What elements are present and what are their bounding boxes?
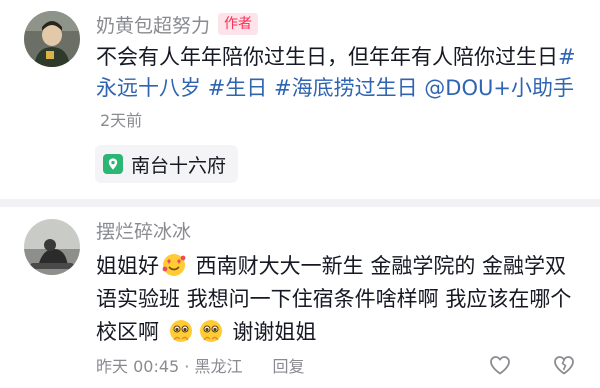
comment-text: 姐姐好 西南财大大一新生 金融学院的 金融学双语实验班 我想问一下住宿条件啥样啊… [96,250,576,349]
post-author-avatar[interactable] [24,11,80,67]
author-badge: 作者 [218,13,259,35]
post: 奶黄包超努力 作者 不会有人年年陪你过生日，但年年有人陪你过生日#永远十八岁 #… [0,0,600,200]
section-divider [0,199,600,207]
comment-actions [488,353,576,377]
comment-text-part: 谢谢姐姐 [225,320,317,344]
commenter-username[interactable]: 摆烂碎冰冰 [96,219,191,245]
post-username[interactable]: 奶黄包超努力 [96,11,210,38]
post-author-row: 奶黄包超努力 作者 [96,9,259,39]
post-time: 2天前 [100,111,143,130]
pleading-face-emoji [198,318,224,344]
mention-link[interactable]: @DOU+小助手 [424,76,574,100]
post-text-plain: 不会有人年年陪你过生日，但年年有人陪你过生日 [96,45,558,69]
comment-meta: 昨天 00:45 · 黑龙江 回复 [96,351,304,379]
location-name: 南台十六府 [131,154,227,177]
pleading-face-emoji [168,318,194,344]
commenter-avatar[interactable] [24,219,80,275]
location-chip[interactable]: 南台十六府 [95,145,239,183]
location-pin-icon [103,154,123,174]
dislike-heart-icon[interactable] [552,353,576,377]
smiling-face-with-hearts-emoji [161,252,187,278]
hashtag-link[interactable]: #海底捞过生日 [274,76,418,100]
comment-time-location: 昨天 00:45 · 黑龙江 [96,357,243,376]
hashtag-link[interactable]: #生日 [208,76,268,100]
reply-button[interactable]: 回复 [272,353,304,377]
comment-text-part: 姐姐好 [96,254,159,278]
comment-item: 摆烂碎冰冰 姐姐好 西南财大大一新生 金融学院的 金融学双语实验班 我想问一下住… [0,207,600,388]
post-text: 不会有人年年陪你过生日，但年年有人陪你过生日#永远十八岁 #生日 #海底捞过生日… [96,42,576,136]
heart-icon[interactable] [488,353,512,377]
